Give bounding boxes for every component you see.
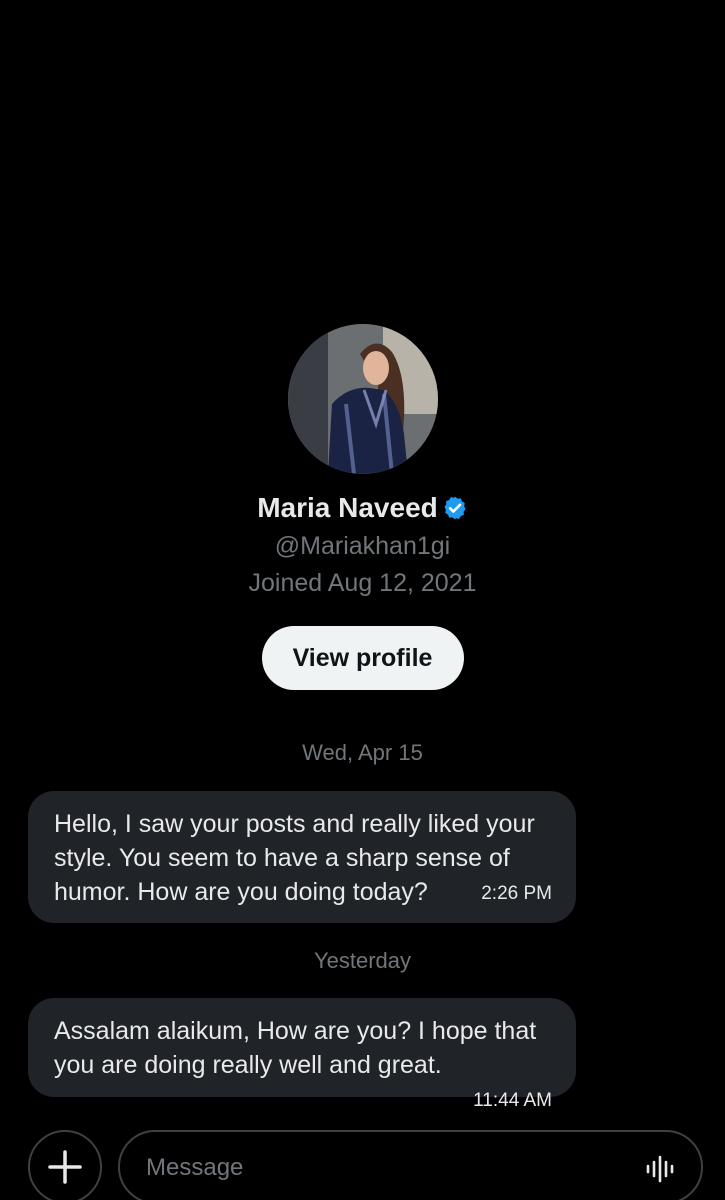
date-separator: Yesterday [313,948,412,973]
message-time: 2:26 PM [481,883,552,904]
voice-wave-icon[interactable] [645,1154,675,1184]
message-field-container [118,1130,703,1200]
message-time: 11:44 AM [473,1090,552,1111]
date-separator: Wed, Apr 15 [302,740,423,765]
profile-joined-date: Joined Aug 12, 2021 [248,569,477,597]
message-text: Hello, I saw your posts and really liked… [54,810,535,906]
add-attachment-button[interactable] [28,1130,102,1200]
verified-badge-icon [444,496,466,520]
dm-conversation-screen: Maria Naveed @Mariakhan1gi Joined Aug 12… [0,0,725,1200]
message-bubble[interactable]: Hello, I saw your posts and really liked… [28,791,576,923]
profile-name-row: Maria Naveed [0,492,725,524]
avatar[interactable] [287,324,438,474]
profile-handle: @Mariakhan1gi [274,532,451,560]
message-text: Assalam alaikum, How are you? I hope tha… [54,1017,537,1079]
profile-header: Maria Naveed @Mariakhan1gi Joined Aug 12… [0,324,725,690]
plus-icon [48,1150,82,1184]
message-input[interactable] [146,1150,606,1186]
message-composer [0,1130,725,1200]
profile-name: Maria Naveed [257,492,438,523]
avatar-photo [287,324,438,474]
message-bubble[interactable]: Assalam alaikum, How are you? I hope tha… [28,998,576,1111]
view-profile-button[interactable]: View profile [261,626,464,690]
